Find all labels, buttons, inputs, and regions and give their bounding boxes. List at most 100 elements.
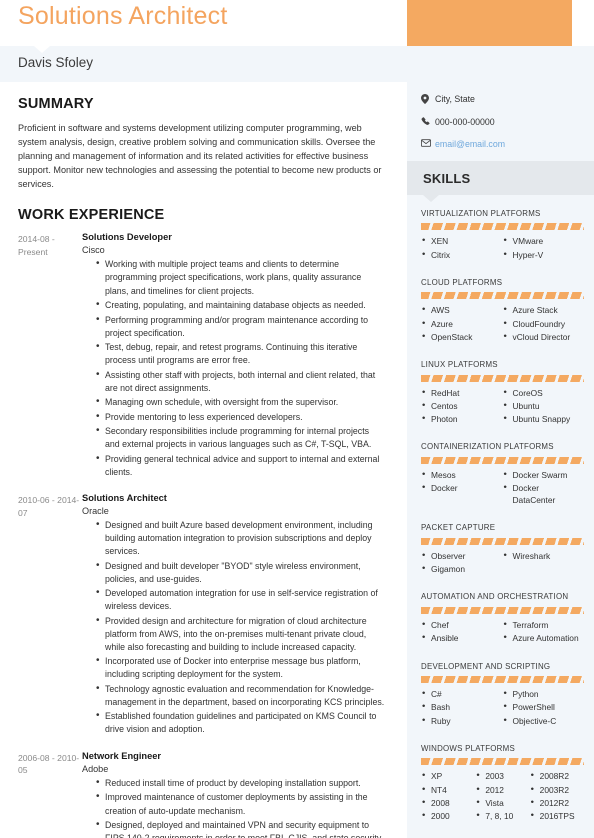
skill-item: 2012R2 xyxy=(530,796,584,810)
skill-group: DEVELOPMENT AND SCRIPTING C#BashRubyPytho… xyxy=(421,662,584,728)
skill-item: Centos xyxy=(421,399,503,413)
contact-location-row: City, State xyxy=(421,94,594,107)
work-bullet: Managing own schedule, with oversight fr… xyxy=(96,395,385,410)
skill-group: AUTOMATION AND ORCHESTRATION ChefAnsibleT… xyxy=(421,592,584,645)
skills-header-notch xyxy=(423,194,439,202)
skill-group: CLOUD PLATFORMS AWSAzureOpenStackAzure St… xyxy=(421,278,584,344)
skill-item-columns: XPNT42008200020032012Vista7, 8, 102008R2… xyxy=(421,769,584,823)
skill-item: Ubuntu Snappy xyxy=(503,412,585,426)
skill-item: Terraform xyxy=(503,618,585,632)
work-bullet: Secondary responsibilities include progr… xyxy=(96,424,385,451)
skill-item: 2003R2 xyxy=(530,783,584,797)
work-experience-heading: WORK EXPERIENCE xyxy=(18,207,165,224)
skill-level-bar xyxy=(421,292,584,300)
work-dates: 2010-06 - 2014-07 xyxy=(18,495,80,518)
work-bullet: Provide mentoring to less experienced de… xyxy=(96,410,385,425)
skill-item: 2016TPS xyxy=(530,809,584,823)
skill-column: MesosDocker xyxy=(421,468,503,508)
skill-item: CoreOS xyxy=(503,386,585,400)
skill-column: PythonPowerShellObjective-C xyxy=(503,687,585,728)
skill-item: C# xyxy=(421,687,503,701)
skill-column: Docker SwarmDocker DataCenter xyxy=(503,468,585,508)
work-bullet: Designed and built Azure based developme… xyxy=(96,518,385,558)
work-bullet: Improved maintenance of customer deploym… xyxy=(96,790,385,817)
skill-group-title: DEVELOPMENT AND SCRIPTING xyxy=(421,661,551,671)
skill-item: Vista xyxy=(475,796,529,810)
work-experience-item: 2014-08 - Present Solutions Developer Cisc… xyxy=(18,232,385,480)
header-accent-block xyxy=(407,0,572,46)
skill-item: Hyper-V xyxy=(503,248,585,262)
skill-group-title: CLOUD PLATFORMS xyxy=(421,277,503,287)
skill-item: Ubuntu xyxy=(503,399,585,413)
work-experience-item: 2010-06 - 2014-07 Solutions Architect Orac… xyxy=(18,493,385,738)
contact-phone-row: 000-000-00000 xyxy=(421,117,594,129)
main-column: SUMMARY Proficient in software and syste… xyxy=(0,82,407,838)
work-experience-item: 2006-08 - 2010-05Network Engineer Adobe Re… xyxy=(18,751,385,838)
skills-list: VIRTUALIZATION PLATFORMS XENCitrixVMwareH… xyxy=(407,194,594,838)
phone-icon xyxy=(421,117,435,129)
location-pin-icon xyxy=(421,94,435,107)
skill-item: Citrix xyxy=(421,248,503,262)
skill-level-bar xyxy=(421,374,584,382)
work-role: Solutions Architect xyxy=(82,493,167,504)
skill-item-columns: C#BashRubyPythonPowerShellObjective-C xyxy=(421,687,585,728)
skill-group-title: LINUX PLATFORMS xyxy=(421,359,498,369)
skill-item-columns: ObserverGigamonWireshark xyxy=(421,549,585,576)
skill-item-columns: RedHatCentosPhotonCoreOSUbuntuUbuntu Sna… xyxy=(421,386,585,427)
work-bullet: Provided design and architecture for mig… xyxy=(96,614,385,654)
work-bullet: Working with multiple project teams and … xyxy=(96,257,385,297)
contact-email-row[interactable]: email@email.com xyxy=(421,139,594,150)
work-bullet: Established foundation guidelines and pa… xyxy=(96,709,385,736)
skill-item: Ansible xyxy=(421,631,503,645)
summary-heading: SUMMARY xyxy=(18,96,94,112)
skills-header: SKILLS xyxy=(407,160,594,202)
skill-group: PACKET CAPTURE ObserverGigamonWireshark xyxy=(421,523,584,576)
skill-item: PowerShell xyxy=(503,700,585,714)
work-organization: Oracle xyxy=(82,506,109,517)
skill-column: C#BashRuby xyxy=(421,687,503,728)
skill-item: VMware xyxy=(503,234,585,248)
skill-group-title: VIRTUALIZATION PLATFORMS xyxy=(421,208,541,218)
skill-item-columns: MesosDockerDocker SwarmDocker DataCenter xyxy=(421,468,585,508)
work-experience-list: 2014-08 - Present Solutions Developer Cisc… xyxy=(18,232,385,838)
skill-item: 2012 xyxy=(475,783,529,797)
work-detail: Solutions Architect OracleDesigned and bu… xyxy=(82,493,385,738)
contact-email-link[interactable]: email@email.com xyxy=(435,139,505,150)
skill-item: Objective-C xyxy=(503,714,585,728)
contact-phone-text: 000-000-00000 xyxy=(435,116,495,127)
work-bullet: Assisting other staff with projects, bot… xyxy=(96,368,385,395)
skill-item: OpenStack xyxy=(421,330,503,344)
skill-column: 20032012Vista7, 8, 10 xyxy=(475,769,529,823)
skill-group-title: PACKET CAPTURE xyxy=(421,523,496,533)
work-detail: Network Engineer Adobe Reduced install tim… xyxy=(82,751,385,838)
work-role: Network Engineer xyxy=(82,750,162,761)
skill-item-columns: ChefAnsibleTerraformAzure Automation xyxy=(421,618,585,645)
name-bar-notch xyxy=(34,46,50,53)
work-bullet-list: Working with multiple project teams and … xyxy=(82,257,385,479)
skill-item: Photon xyxy=(421,412,503,426)
contact-location-text: City, State xyxy=(435,94,475,104)
work-detail: Solutions Developer CiscoWorking with mul… xyxy=(82,232,385,480)
skill-column: TerraformAzure Automation xyxy=(503,618,585,645)
work-bullet: Developed automation integration for use… xyxy=(96,586,385,613)
skill-level-bar xyxy=(421,538,584,546)
skill-item: 2008R2 xyxy=(530,769,584,783)
skill-item: vCloud Director xyxy=(503,330,585,344)
skill-group: WINDOWS PLATFORMSXPNT42008200020032012Vi… xyxy=(421,744,584,823)
skill-item-columns: XENCitrixVMwareHyper-V xyxy=(421,234,585,262)
candidate-name: Davis Sfoley xyxy=(18,55,94,70)
summary-text: Proficient in software and systems devel… xyxy=(18,123,382,190)
work-bullet-list: Reduced install time of product by devel… xyxy=(82,776,385,838)
work-role: Solutions Developer xyxy=(82,232,172,243)
skill-item: Bash xyxy=(421,700,503,714)
skill-item: Chef xyxy=(421,618,503,632)
name-bar: Davis Sfoley xyxy=(0,46,594,82)
skill-item: Gigamon xyxy=(421,562,503,576)
skill-item: Wireshark xyxy=(503,549,585,563)
skill-group-title: AUTOMATION AND ORCHESTRATION xyxy=(421,592,569,602)
work-bullet: Reduced install time of product by devel… xyxy=(96,776,385,791)
work-bullet: Providing general technical advice and s… xyxy=(96,452,385,479)
skill-level-bar xyxy=(421,456,584,464)
skill-column: XPNT420082000 xyxy=(421,769,475,823)
skill-item: 2000 xyxy=(421,809,475,823)
